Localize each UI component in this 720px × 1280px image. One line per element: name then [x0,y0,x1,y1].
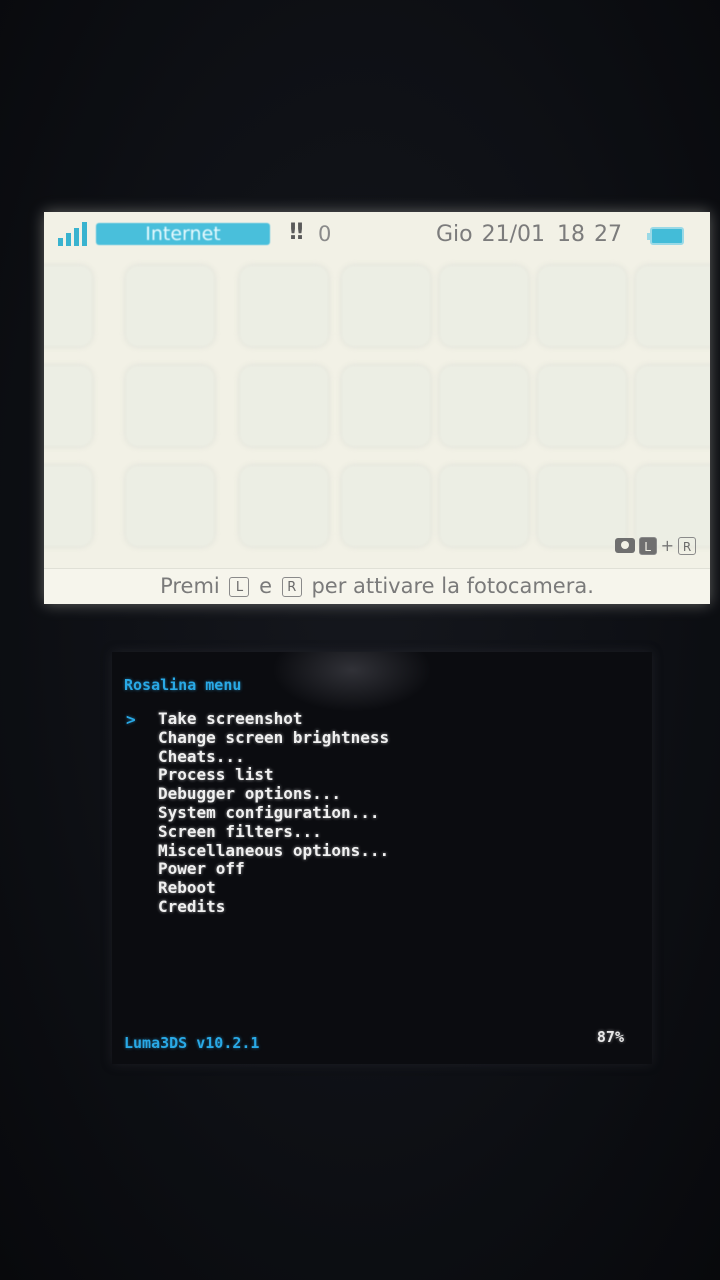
home-icon-grid [44,258,710,558]
menu-item-process-list[interactable]: Process list [158,766,389,785]
empty-app-slot[interactable] [240,366,328,446]
menu-item-reboot[interactable]: Reboot [158,878,389,898]
top-screen: Internet !! 0 Gio 21/01 18 27 L + R Premi… [44,212,710,604]
l-button-icon: L [638,536,657,555]
battery-icon [647,227,684,245]
menu-item-cheats[interactable]: Cheats... [158,747,389,767]
screen-glare [272,652,432,712]
menu-item-power-off[interactable]: Power off [158,860,389,879]
empty-app-slot[interactable] [240,466,328,546]
empty-app-slot[interactable] [126,466,214,546]
empty-app-slot[interactable] [538,366,626,446]
empty-app-slot[interactable] [440,366,528,446]
menu-item-screen-filters[interactable]: Screen filters... [158,822,389,842]
menu-item-change-brightness[interactable]: Change screen brightness [158,728,389,748]
empty-app-slot[interactable] [342,266,430,346]
empty-app-slot[interactable] [538,266,626,346]
empty-app-slot[interactable] [126,266,214,346]
empty-app-slot[interactable] [126,366,214,446]
plus-sign: + [660,536,674,555]
empty-app-slot[interactable] [342,466,430,546]
empty-app-slot[interactable] [636,366,710,446]
menu-item-take-screenshot[interactable]: Take screenshot [158,709,389,729]
status-bar: Internet !! 0 Gio 21/01 18 27 [44,212,710,256]
empty-app-slot[interactable] [440,266,528,346]
r-button-icon: R [281,577,302,597]
time-text: 18 27 [557,222,622,247]
empty-app-slot[interactable] [240,266,328,346]
menu-item-debugger-options[interactable]: Debugger options... [158,784,389,804]
empty-app-slot[interactable] [44,466,92,546]
bottom-screen: Rosalina menu > Take screenshot Change s… [112,652,652,1064]
l-button-icon: L [229,577,250,597]
camera-icon [614,538,635,553]
empty-app-slot[interactable] [44,366,92,446]
instruction-prefix: Premi [160,574,220,598]
empty-app-slot[interactable] [440,466,528,546]
menu-item-miscellaneous-options[interactable]: Miscellaneous options... [158,841,389,861]
menu-title: Rosalina menu [124,676,242,694]
menu-item-credits[interactable]: Credits [158,897,389,917]
date-text: Gio 21/01 [436,222,546,247]
rosalina-menu-list: Take screenshot Change screen brightness… [158,709,389,917]
camera-instruction: Premi L e R per attivare la fotocamera. [44,568,710,604]
empty-app-slot[interactable] [44,266,92,346]
empty-app-slot[interactable] [538,466,626,546]
notification-icon[interactable]: !! [288,220,305,245]
datetime: Gio 21/01 18 27 [436,222,622,247]
menu-item-system-configuration[interactable]: System configuration... [158,803,389,823]
r-button-icon: R [678,536,696,555]
signal-icon [58,222,88,246]
version-label: Luma3DS v10.2.1 [124,1034,260,1052]
device-body: Internet !! 0 Gio 21/01 18 27 L + R Premi… [0,0,720,1280]
notification-count: 0 [318,222,332,246]
empty-app-slot[interactable] [636,466,710,546]
camera-shortcut-hint: L + R [614,536,696,555]
empty-app-slot[interactable] [636,266,710,346]
internet-badge[interactable]: Internet [96,223,270,245]
instruction-suffix: per attivare la fotocamera. [311,574,594,598]
instruction-conjunction: e [259,574,273,598]
empty-app-slot[interactable] [342,366,430,446]
battery-percentage: 87% [596,1028,624,1046]
selection-cursor-icon: > [126,710,136,729]
